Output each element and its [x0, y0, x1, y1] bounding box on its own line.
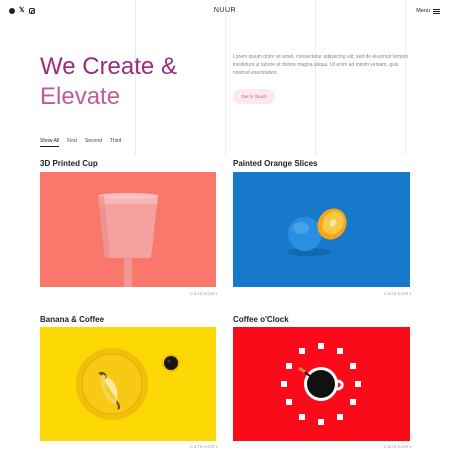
hero-title-line2: Elevate — [40, 83, 121, 110]
hero-title: We Create & Elevate — [40, 52, 240, 112]
banana-illustration — [76, 348, 180, 420]
filter-third[interactable]: Third — [110, 138, 121, 147]
coffee-clock-illustration — [281, 343, 361, 425]
hero-title-line1: We Create & — [40, 53, 177, 80]
hero-description: Lorem ipsum dolor sit amet, consectetur … — [233, 54, 409, 76]
filter-show-all[interactable]: Show All — [40, 138, 60, 147]
project-image-cup[interactable] — [40, 172, 216, 287]
project-category[interactable]: CATEGORY — [384, 444, 412, 449]
filter-first[interactable]: First — [67, 138, 77, 147]
project-title[interactable]: Banana & Coffee — [40, 315, 104, 324]
project-title[interactable]: Painted Orange Slices — [233, 159, 317, 168]
project-title[interactable]: 3D Printed Cup — [40, 159, 98, 168]
portfolio-filters: Show All First Second Third — [40, 138, 121, 147]
menu-label: Menu — [416, 8, 430, 14]
orange-illustration — [287, 208, 347, 256]
project-category[interactable]: CATEGORY — [190, 444, 218, 449]
project-image-orange[interactable] — [233, 172, 410, 287]
project-image-banana[interactable] — [40, 327, 216, 441]
filter-second[interactable]: Second — [85, 138, 102, 147]
menu-button[interactable]: Menu — [416, 8, 440, 14]
project-title[interactable]: Coffee o'Clock — [233, 315, 289, 324]
site-header: 𝕏 NUUR Menu — [0, 0, 450, 24]
project-category[interactable]: CATEGORY — [190, 291, 218, 296]
site-logo[interactable]: NUUR — [0, 7, 450, 14]
project-category[interactable]: CATEGORY — [384, 291, 412, 296]
project-image-coffee-clock[interactable] — [233, 327, 410, 441]
cup-illustration — [98, 193, 158, 287]
get-in-touch-button[interactable]: Get in Touch — [233, 89, 275, 104]
hamburger-icon — [433, 8, 440, 14]
